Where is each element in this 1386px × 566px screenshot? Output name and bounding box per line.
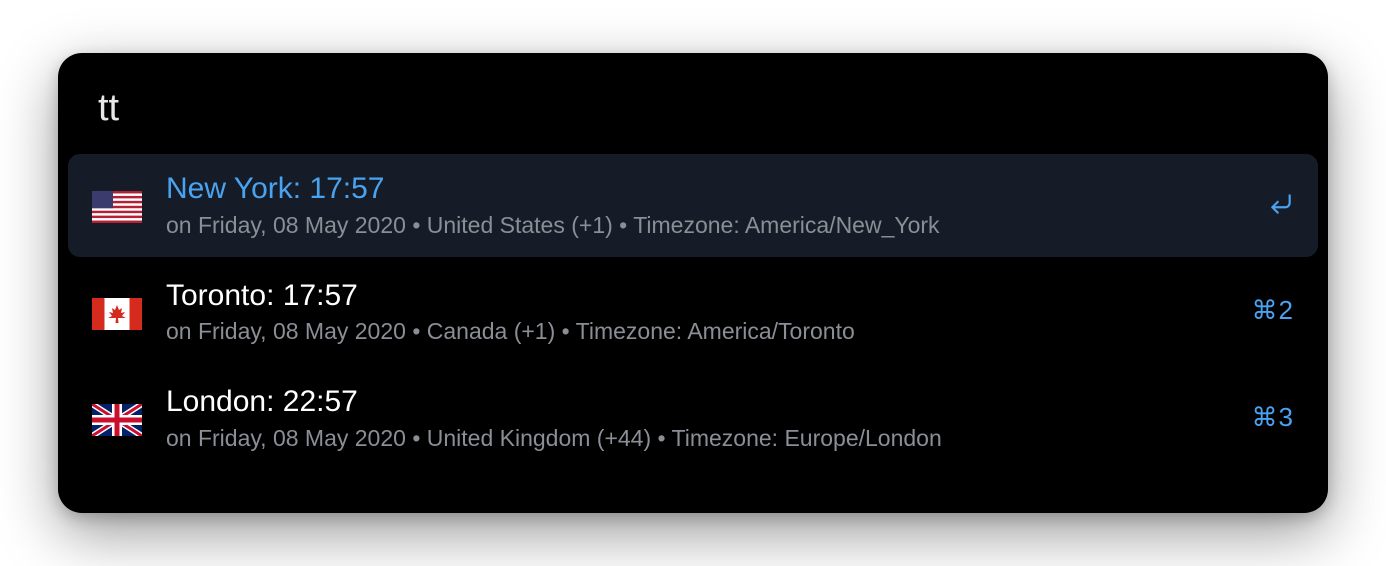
result-item-toronto[interactable]: Toronto: 17:57 on Friday, 08 May 2020 • … [68,261,1318,364]
result-title: Toronto: 17:57 [166,277,1232,315]
search-input[interactable] [98,87,1288,130]
result-subtitle: on Friday, 08 May 2020 • Canada (+1) • T… [166,318,1232,345]
result-text: New York: 17:57 on Friday, 08 May 2020 •… [166,170,1248,239]
result-subtitle: on Friday, 08 May 2020 • United States (… [166,212,1248,239]
flag-icon-ca [92,298,142,330]
result-title: New York: 17:57 [166,170,1248,208]
flag-icon-us [92,191,142,223]
shortcut-cmd: ⌘3 [1252,402,1294,433]
result-item-new-york[interactable]: New York: 17:57 on Friday, 08 May 2020 •… [68,154,1318,257]
shortcut-enter [1268,191,1294,217]
result-text: Toronto: 17:57 on Friday, 08 May 2020 • … [166,277,1232,346]
results-list: New York: 17:57 on Friday, 08 May 2020 •… [58,154,1328,513]
launcher-panel: New York: 17:57 on Friday, 08 May 2020 •… [58,53,1328,513]
search-box [58,53,1328,154]
result-text: London: 22:57 on Friday, 08 May 2020 • U… [166,383,1232,452]
result-subtitle: on Friday, 08 May 2020 • United Kingdom … [166,425,1232,452]
shortcut-cmd: ⌘2 [1252,295,1294,326]
result-title: London: 22:57 [166,383,1232,421]
flag-icon-gb [92,404,142,436]
result-item-london[interactable]: London: 22:57 on Friday, 08 May 2020 • U… [68,367,1318,470]
